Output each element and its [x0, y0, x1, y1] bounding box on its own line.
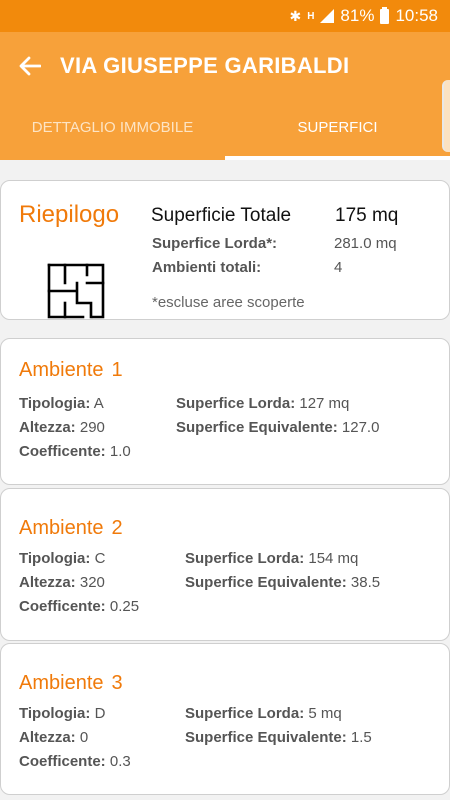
total-rooms-label: Ambienti totali: [152, 259, 262, 276]
summary-card: Riepilogo Superficie Totale 175 mq Super… [0, 180, 450, 320]
equivalente-label: Superfice Equivalente: [185, 574, 347, 591]
coefficente-label: Coefficente: [19, 443, 106, 460]
room-coefficente: Coefficente: 0.3 [19, 753, 131, 770]
battery-percentage: 81% [340, 6, 375, 25]
room-superfice-lorda: Superfice Lorda: 154 mq [185, 550, 358, 567]
room-coefficente: Coefficente: 0.25 [19, 598, 139, 615]
room-altezza: Altezza: 320 [19, 574, 105, 591]
tipologia-value: D [94, 705, 106, 722]
total-area-label: Superficie Totale [151, 205, 292, 226]
summary-heading: Riepilogo [19, 201, 120, 228]
coefficente-label: Coefficente: [19, 598, 106, 615]
tipologia-value: A [93, 395, 104, 412]
equivalente-label: Superfice Equivalente: [176, 419, 338, 436]
equivalente-value: 127.0 [341, 419, 380, 436]
tipologia-label: Tipologia: [19, 550, 91, 567]
tab-bar: DETTAGLIO IMMOBILE SUPERFICI [0, 80, 450, 160]
lorda-value: 5 mq [308, 705, 342, 722]
status-bar: ✱ H 81% 10:58 [0, 0, 450, 32]
room-heading: Ambiente 2 [19, 517, 123, 540]
content-scroll[interactable]: Riepilogo Superficie Totale 175 mq Super… [0, 160, 450, 800]
room-number: 3 [111, 672, 123, 694]
room-card[interactable]: Ambiente 1 Tipologia: A Altezza: 290 Coef… [0, 338, 450, 485]
total-area-value: 175 mq [335, 205, 399, 226]
tab-dettaglio-immobile[interactable]: DETTAGLIO IMMOBILE [0, 100, 225, 160]
altezza-label: Altezza: [19, 419, 76, 436]
room-card[interactable]: Ambiente 2 Tipologia: C Altezza: 320 Coef… [0, 488, 450, 641]
signal-icon [320, 9, 335, 23]
room-title: Ambiente [19, 359, 104, 381]
room-superfice-equivalente: Superfice Equivalente: 38.5 [185, 574, 380, 591]
room-heading: Ambiente 3 [19, 672, 123, 695]
room-coefficente: Coefficente: 1.0 [19, 443, 131, 460]
side-drawer-handle[interactable] [442, 80, 450, 152]
altezza-value: 320 [79, 574, 105, 591]
network-h-icon: H [307, 10, 315, 22]
arrow-left-icon [19, 56, 41, 76]
coefficente-label: Coefficente: [19, 753, 106, 770]
altezza-label: Altezza: [19, 729, 76, 746]
room-superfice-equivalente: Superfice Equivalente: 127.0 [176, 419, 379, 436]
altezza-value: 290 [79, 419, 105, 436]
altezza-value: 0 [79, 729, 89, 746]
room-heading: Ambiente 1 [19, 359, 123, 382]
lorda-label: Superfice Lorda: [185, 705, 305, 722]
room-title: Ambiente [19, 517, 104, 539]
lorda-label: Superfice Lorda: [185, 550, 305, 567]
floor-plan-icon [47, 263, 105, 319]
coefficente-value: 0.25 [109, 598, 140, 615]
coefficente-value: 0.3 [109, 753, 131, 770]
room-altezza: Altezza: 290 [19, 419, 105, 436]
page-title: VIA GIUSEPPE GARIBALDI [60, 53, 350, 78]
tipologia-label: Tipologia: [19, 705, 91, 722]
room-number: 1 [111, 359, 123, 381]
tipologia-value: C [94, 550, 106, 567]
total-rooms-value: 4 [334, 259, 343, 276]
room-number: 2 [111, 517, 123, 539]
room-tipologia: Tipologia: A [19, 395, 104, 412]
equivalente-value: 38.5 [350, 574, 381, 591]
lorda-label: Superfice Lorda: [176, 395, 296, 412]
lorda-value: 154 mq [308, 550, 359, 567]
room-altezza: Altezza: 0 [19, 729, 88, 746]
room-card[interactable]: Ambiente 3 Tipologia: D Altezza: 0 Coeffi… [0, 643, 450, 795]
equivalente-label: Superfice Equivalente: [185, 729, 347, 746]
gross-area-label: Superfice Lorda*: [152, 235, 278, 252]
room-title: Ambiente [19, 672, 104, 694]
bluetooth-icon: ✱ [289, 7, 302, 24]
back-button[interactable] [0, 32, 60, 100]
gross-area-value: 281.0 mq [334, 235, 397, 252]
room-superfice-lorda: Superfice Lorda: 5 mq [185, 705, 342, 722]
room-tipologia: Tipologia: C [19, 550, 105, 567]
room-superfice-lorda: Superfice Lorda: 127 mq [176, 395, 349, 412]
tab-superfici[interactable]: SUPERFICI [225, 100, 450, 160]
room-tipologia: Tipologia: D [19, 705, 105, 722]
battery-icon [380, 6, 390, 24]
altezza-label: Altezza: [19, 574, 76, 591]
clock: 10:58 [395, 6, 438, 25]
app-bar: VIA GIUSEPPE GARIBALDI [0, 32, 450, 100]
lorda-value: 127 mq [299, 395, 350, 412]
equivalente-value: 1.5 [350, 729, 372, 746]
tipologia-label: Tipologia: [19, 395, 91, 412]
summary-note: *escluse aree scoperte [152, 294, 305, 311]
coefficente-value: 1.0 [109, 443, 131, 460]
room-superfice-equivalente: Superfice Equivalente: 1.5 [185, 729, 372, 746]
